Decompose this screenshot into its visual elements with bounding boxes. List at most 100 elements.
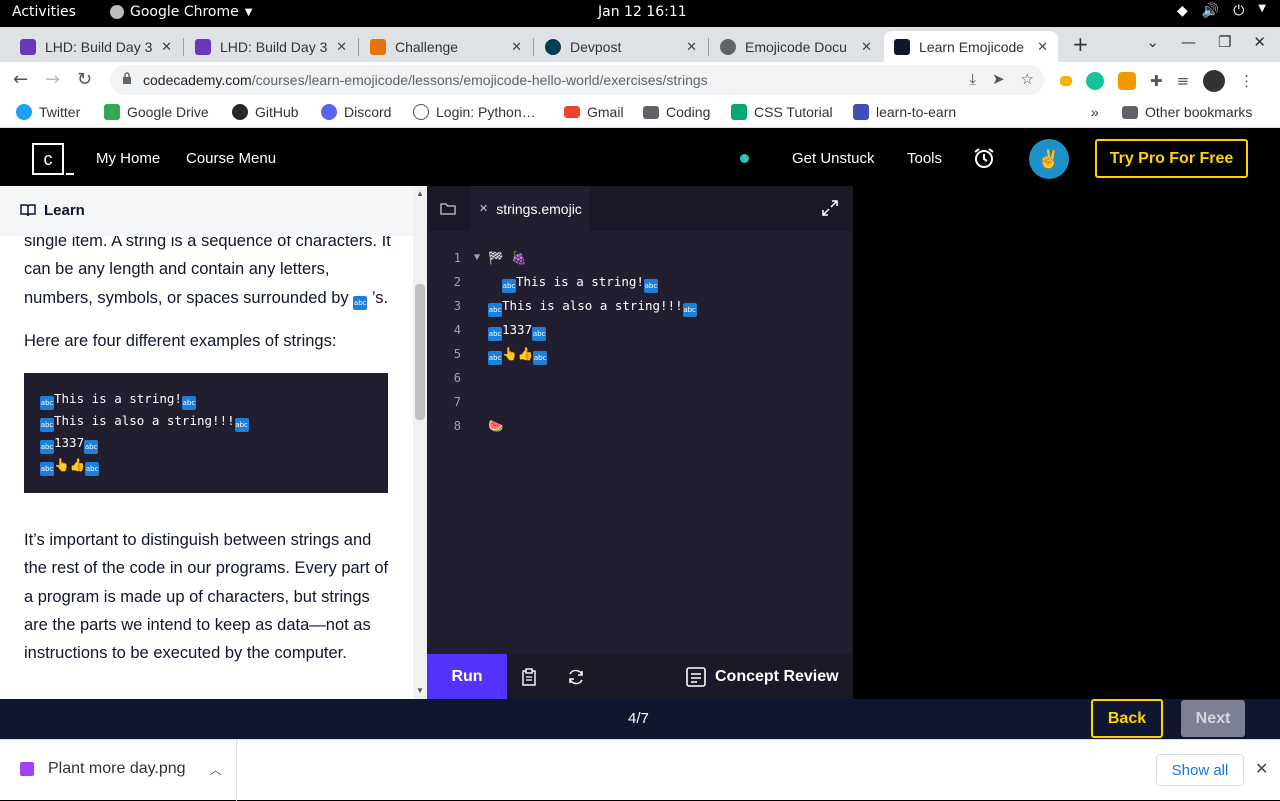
extension-icon[interactable] (1118, 72, 1136, 90)
bookmark-google-drive[interactable]: Google Drive (104, 104, 209, 120)
line-number-gutter: 1 2 3 4 5 6 7 8 (427, 246, 467, 438)
browser-tab-lhd-2[interactable]: LHD: Build Day 3 ✕ (185, 31, 357, 62)
back-button[interactable]: Back (1091, 699, 1163, 738)
fold-arrow-icon[interactable]: ▼ (474, 252, 480, 263)
tab-strip: LHD: Build Day 3 ✕ LHD: Build Day 3 ✕ Ch… (0, 27, 1280, 62)
star-icon[interactable]: ☆ (1021, 70, 1034, 88)
activities-button[interactable]: Activities (12, 4, 76, 20)
install-icon[interactable]: ⤓ (969, 70, 976, 88)
reset-icon[interactable] (567, 668, 585, 686)
scroll-down-icon[interactable]: ▼ (416, 686, 424, 695)
bookmark-login-python[interactable]: Login: Python… (413, 104, 536, 120)
alarm-clock-icon[interactable] (973, 147, 995, 169)
show-all-button[interactable]: Show all (1156, 754, 1244, 786)
bookmark-label: Google Drive (127, 104, 209, 120)
close-icon[interactable]: ✕ (479, 202, 488, 215)
bookmark-twitter[interactable]: Twitter (16, 104, 80, 120)
clock[interactable]: Jan 12 16:11 (598, 4, 687, 20)
back-arrow-icon[interactable]: ← (13, 69, 28, 90)
code-text-area[interactable]: 🏁 🍇 abcThis is a string!abc abcThis is a… (488, 246, 848, 438)
lesson-content: single item. A string is a sequence of c… (24, 236, 394, 699)
bookmark-gmail[interactable]: Gmail (564, 104, 624, 120)
other-bookmarks[interactable]: Other bookmarks (1122, 104, 1252, 120)
expand-icon[interactable] (821, 199, 839, 217)
code-line: 🏁 🍇 (488, 250, 527, 265)
close-window-icon[interactable]: ✕ (1253, 33, 1266, 51)
grammarly-icon[interactable] (1086, 72, 1104, 90)
address-bar[interactable]: codecademy.com/courses/learn-emojicode/l… (110, 65, 1044, 95)
forms-icon (195, 38, 211, 55)
learn-scrollbar[interactable]: ▲ ▼ (413, 186, 427, 699)
bookmark-css-tutorial[interactable]: CSS Tutorial (731, 104, 833, 120)
book-icon (20, 204, 36, 217)
close-icon[interactable]: ✕ (336, 39, 347, 55)
try-pro-button[interactable]: Try Pro For Free (1095, 139, 1248, 178)
tab-search-icon[interactable]: ⌄ (1146, 33, 1159, 51)
learn-title: Learn (44, 202, 85, 219)
bookmarks-overflow[interactable]: » (1091, 104, 1099, 120)
output-terminal[interactable] (853, 186, 1280, 699)
line-number: 8 (453, 419, 461, 433)
close-icon[interactable]: ✕ (861, 39, 872, 55)
scroll-up-icon[interactable]: ▲ (416, 189, 424, 198)
gmail-icon (564, 106, 580, 118)
lesson-navigation-bar: 4/7 Back Next (0, 699, 1280, 739)
bookmark-folder-coding[interactable]: Coding (643, 104, 710, 120)
minimize-icon[interactable]: — (1181, 33, 1196, 51)
chevron-up-icon[interactable]: ︿ (210, 761, 222, 778)
system-tray[interactable]: ◆ 🔊 ⏻ ▼ (1177, 3, 1266, 19)
nav-course-menu[interactable]: Course Menu (186, 150, 276, 167)
get-unstuck-button[interactable]: Get Unstuck (792, 150, 875, 167)
editor-tab-bar: ✕ strings.emojic (427, 186, 853, 231)
lesson-progress[interactable]: 4/7 (628, 710, 649, 727)
editor-file-tab[interactable]: ✕ strings.emojic (471, 186, 589, 231)
extension-icon[interactable] (1060, 76, 1072, 86)
forward-arrow-icon[interactable]: → (45, 69, 60, 90)
code-text: This is also a string!!! (502, 298, 683, 313)
browser-tab-devpost[interactable]: Devpost ✕ (535, 31, 707, 62)
code-text: 👆👍 (54, 457, 86, 473)
close-icon[interactable]: ✕ (686, 39, 697, 55)
run-button[interactable]: Run (427, 654, 507, 699)
app-menu[interactable]: Google Chrome ▼ (110, 4, 252, 20)
avatar[interactable] (1203, 70, 1226, 92)
user-avatar[interactable]: ✌ (1029, 139, 1069, 179)
bookmark-discord[interactable]: Discord (321, 104, 391, 120)
bookmark-github[interactable]: GitHub (232, 104, 299, 120)
tab-separator (183, 38, 184, 56)
divider (236, 740, 237, 801)
close-icon[interactable]: ✕ (1255, 759, 1268, 779)
new-tab-icon[interactable]: + (1072, 32, 1089, 56)
reload-icon[interactable]: ↻ (77, 69, 92, 90)
close-icon[interactable]: ✕ (1037, 39, 1048, 55)
codecademy-logo[interactable]: c (32, 143, 64, 175)
close-icon[interactable]: ✕ (511, 39, 522, 55)
restore-icon[interactable]: ❐ (1218, 33, 1231, 51)
puzzle-icon[interactable]: ✚ (1150, 72, 1163, 90)
nav-my-home[interactable]: My Home (96, 150, 160, 167)
browser-tab-challenge[interactable]: Challenge ✕ (360, 31, 532, 62)
concept-review-button[interactable]: Concept Review (685, 654, 839, 699)
reading-list-icon[interactable]: ≡ (1177, 72, 1190, 90)
chrome-icon (110, 5, 124, 19)
menu-icon[interactable]: ⋮ (1239, 72, 1254, 90)
folder-icon[interactable] (440, 202, 456, 215)
tools-button[interactable]: Tools (907, 150, 942, 167)
tab-title: Emojicode Docu (745, 38, 847, 55)
w3schools-icon (731, 104, 747, 120)
next-button[interactable]: Next (1181, 700, 1245, 737)
download-item[interactable]: Plant more day.png ︿ (20, 760, 222, 778)
browser-tab-learn-emojicode[interactable]: Learn Emojicode ✕ (884, 31, 1058, 62)
caret-down-icon: ▼ (1258, 3, 1266, 14)
bookmark-learn-to-earn[interactable]: learn-to-earn (853, 104, 956, 120)
browser-tab-emojicode-docs[interactable]: Emojicode Docu ✕ (710, 31, 882, 62)
app-name: Google Chrome (130, 4, 239, 20)
share-icon[interactable]: ➤ (992, 70, 1005, 88)
close-icon[interactable]: ✕ (161, 39, 172, 55)
clipboard-icon[interactable] (520, 668, 538, 686)
code-line: 🍉 (488, 418, 504, 433)
browser-tab-lhd-1[interactable]: LHD: Build Day 3 ✕ (10, 31, 182, 62)
window-controls: ⌄ — ❐ ✕ (1146, 33, 1266, 51)
scrollbar-thumb[interactable] (415, 284, 425, 420)
